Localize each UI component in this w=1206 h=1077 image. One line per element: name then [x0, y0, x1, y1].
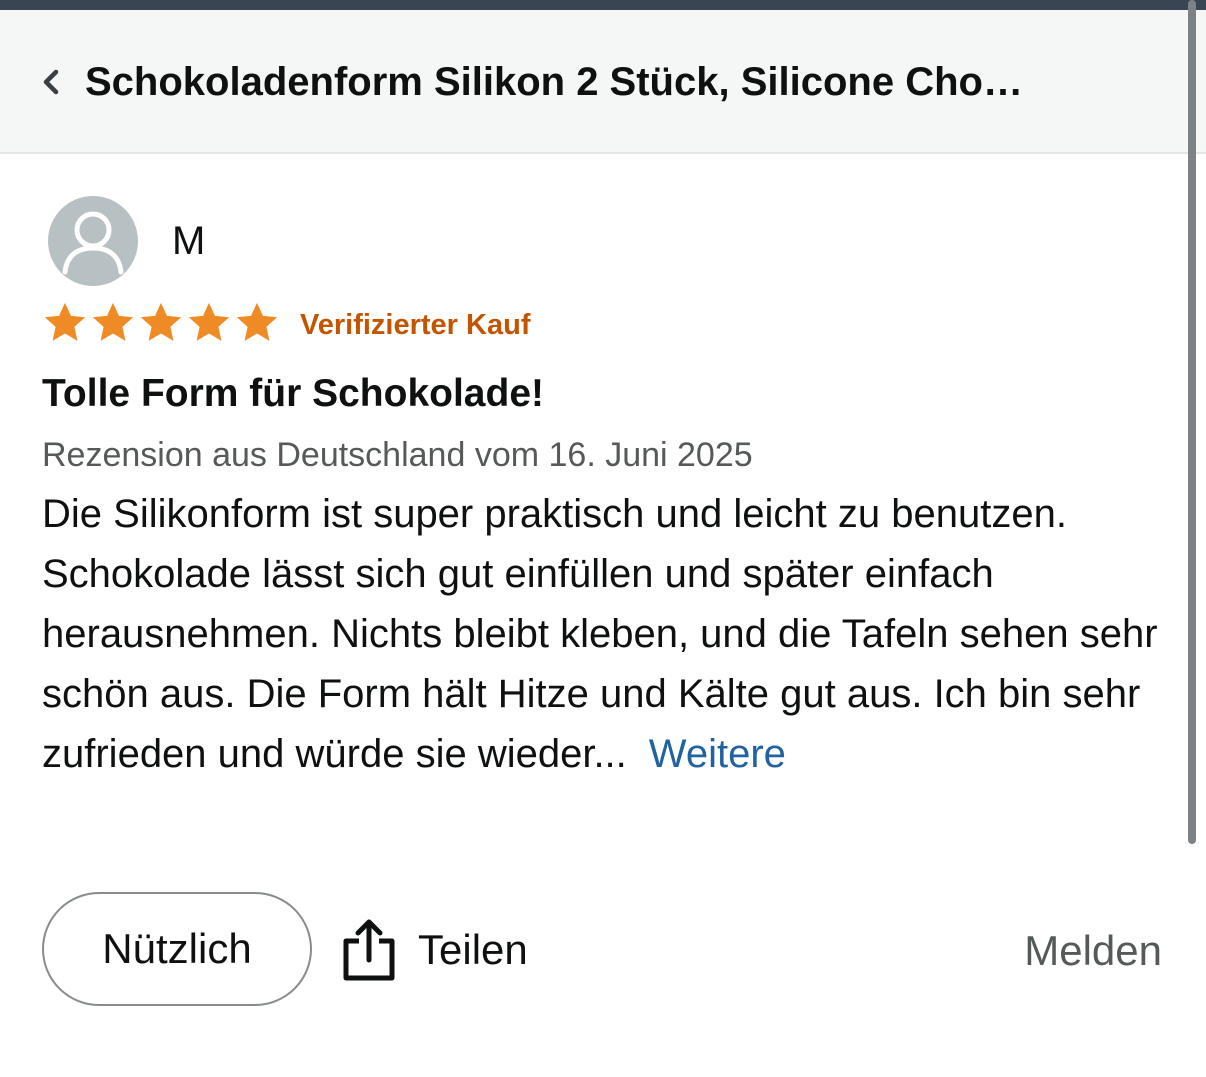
helpful-button[interactable]: Nützlich [42, 892, 312, 1006]
star-rating [42, 300, 280, 346]
share-label: Teilen [418, 926, 528, 973]
star-icon [188, 302, 230, 341]
review-meta: Rezension aus Deutschland vom 16. Juni 2… [42, 436, 753, 474]
avatar [48, 196, 138, 286]
verified-purchase-badge: Verifizierter Kauf [300, 309, 531, 341]
chevron-left-icon[interactable] [36, 65, 66, 99]
review-page: Schokoladenform Silikon 2 Stück, Silicon… [0, 0, 1206, 1077]
share-button[interactable]: Teilen [340, 914, 528, 986]
review-title: Tolle Form für Schokolade! [42, 372, 544, 415]
star-icon [44, 302, 86, 341]
star-icon [92, 302, 134, 341]
review-body: Die Silikonform ist super praktisch und … [42, 484, 1172, 784]
star-icon [236, 302, 278, 341]
report-link[interactable]: Melden [1024, 926, 1162, 976]
page-title: Schokoladenform Silikon 2 Stück, Silicon… [85, 60, 1023, 104]
reviewer-name: M [172, 219, 206, 263]
page-header: Schokoladenform Silikon 2 Stück, Silicon… [0, 10, 1206, 154]
share-icon [343, 919, 395, 981]
top-status-bar [0, 0, 1206, 10]
user-silhouette-icon [62, 211, 124, 275]
read-more-link[interactable]: Weitere [649, 732, 786, 776]
scrollbar[interactable] [1188, 0, 1196, 844]
star-icon [140, 302, 182, 341]
review-text: Die Silikonform ist super praktisch und … [42, 492, 1158, 776]
